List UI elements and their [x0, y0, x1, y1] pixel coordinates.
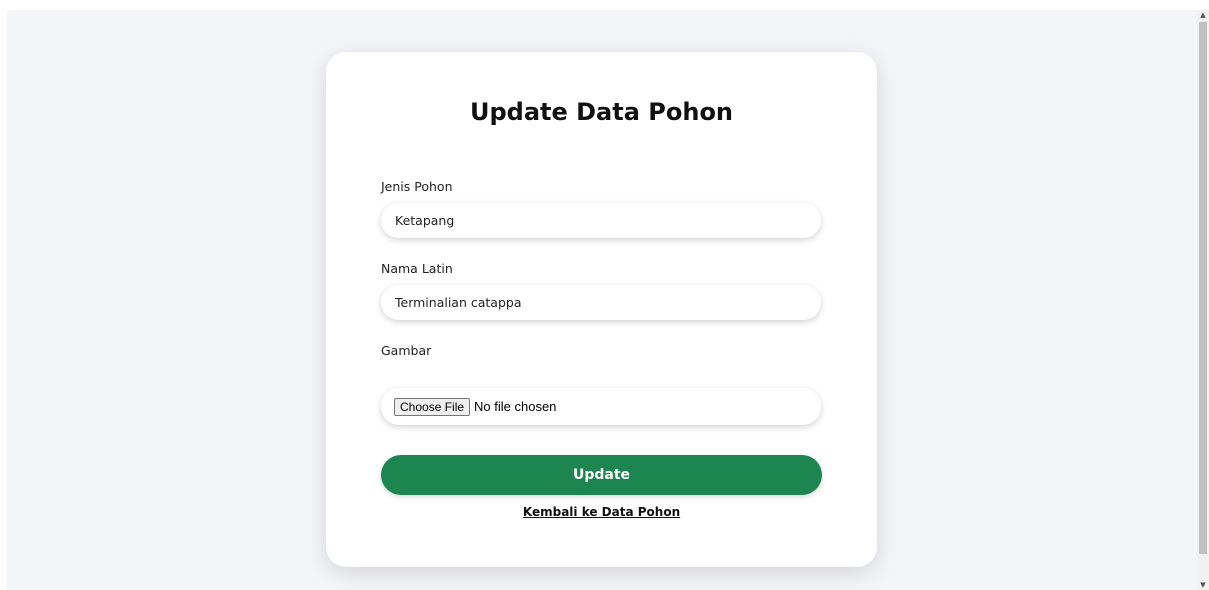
gambar-file-input[interactable]: Choose File No file chosen: [381, 388, 821, 425]
file-status-text: No file chosen: [474, 399, 557, 414]
nama-latin-label: Nama Latin: [381, 261, 453, 276]
scrollbar-thumb[interactable]: [1199, 22, 1207, 554]
vertical-scrollbar[interactable]: ▲ ▼: [1197, 10, 1209, 590]
scroll-down-icon[interactable]: ▼: [1197, 580, 1209, 590]
page-title: Update Data Pohon: [469, 98, 734, 126]
back-to-data-pohon-link[interactable]: Kembali ke Data Pohon: [381, 505, 822, 519]
jenis-pohon-field[interactable]: [381, 203, 821, 238]
jenis-pohon-input[interactable]: [381, 203, 821, 238]
update-button[interactable]: Update: [381, 455, 822, 495]
gambar-label: Gambar: [381, 343, 432, 358]
nama-latin-input[interactable]: [381, 285, 821, 320]
nama-latin-field[interactable]: [381, 285, 821, 320]
scroll-up-icon[interactable]: ▲: [1197, 10, 1209, 20]
choose-file-button[interactable]: Choose File: [394, 397, 471, 416]
jenis-pohon-label: Jenis Pohon: [381, 179, 453, 194]
